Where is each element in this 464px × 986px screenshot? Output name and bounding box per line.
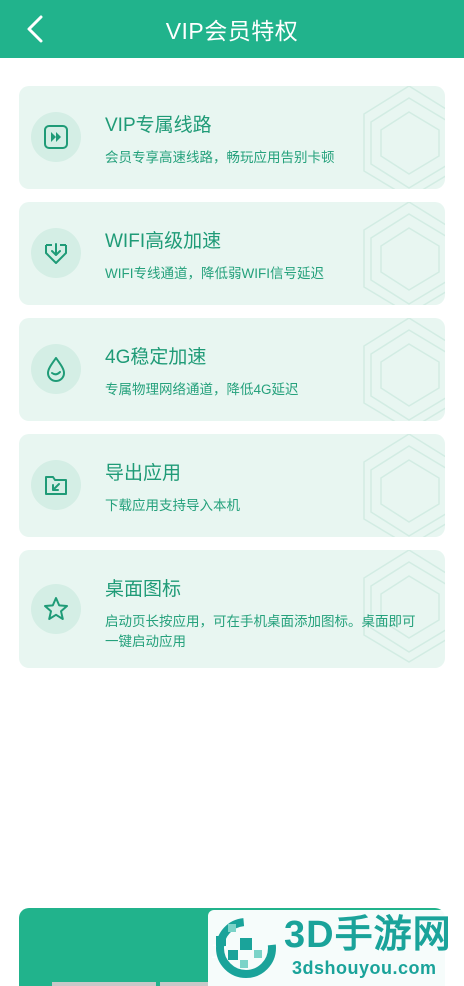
watermark-text: 3D手游网 — [284, 914, 452, 956]
download-shield-icon — [45, 243, 67, 264]
page-title: VIP会员特权 — [165, 18, 299, 44]
feature-card-desktop-icon: 桌面图标 启动页长按应用，可在手机桌面添加图标。桌面即可一键启动应用 — [19, 550, 445, 668]
feature-card-export: 导出应用 下载应用支持导入本机 — [19, 434, 445, 537]
scroll-indicator — [52, 982, 156, 986]
feature-desc: 专属物理网络通道，降低4G延迟 — [105, 382, 299, 397]
folder-export-icon — [45, 476, 67, 495]
feature-card-4g: 4G稳定加速 专属物理网络通道，降低4G延迟 — [19, 318, 445, 421]
feature-title: 4G稳定加速 — [105, 347, 207, 368]
feature-icon-wrap — [31, 460, 81, 510]
fast-forward-icon — [44, 125, 68, 149]
feature-icon-wrap — [31, 344, 81, 394]
decorative-pattern — [363, 86, 445, 189]
watermark: 3D手游网 3dshouyou.com — [208, 910, 464, 986]
back-button[interactable] — [18, 12, 52, 46]
top-bar: VIP会员特权 — [0, 0, 464, 58]
feature-desc: WIFI专线通道，降低弱WIFI信号延迟 — [105, 266, 324, 281]
feature-desc: 会员专享高速线路，畅玩应用告别卡顿 — [105, 150, 335, 165]
watermark-url: 3dshouyou.com — [292, 958, 437, 978]
feature-title: 桌面图标 — [105, 579, 182, 600]
star-icon — [44, 597, 68, 620]
decorative-pattern — [363, 318, 445, 421]
feature-icon-wrap — [31, 584, 81, 634]
feature-card-vip-line: VIP专属线路 会员专享高速线路，畅玩应用告别卡顿 — [19, 86, 445, 189]
feature-title: WIFI高级加速 — [105, 231, 222, 252]
feature-icon-wrap — [31, 228, 81, 278]
feature-icon-wrap — [31, 112, 81, 162]
feature-title: 导出应用 — [105, 463, 182, 484]
watermark-logo-icon — [216, 918, 276, 978]
feature-title: VIP专属线路 — [105, 115, 212, 136]
decorative-pattern — [363, 202, 445, 305]
chevron-left-icon — [27, 15, 43, 43]
feature-desc: 下载应用支持导入本机 — [105, 498, 240, 513]
water-drop-icon — [47, 357, 65, 382]
feature-desc: 启动页长按应用，可在手机桌面添加图标。桌面即可一键启动应用 — [105, 614, 416, 649]
scroll-indicator — [160, 982, 208, 986]
decorative-pattern — [363, 434, 445, 537]
feature-card-wifi: WIFI高级加速 WIFI专线通道，降低弱WIFI信号延迟 — [19, 202, 445, 305]
